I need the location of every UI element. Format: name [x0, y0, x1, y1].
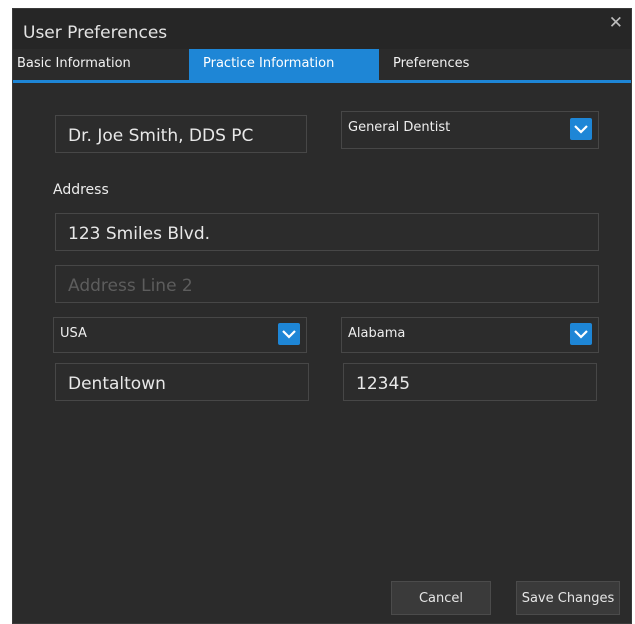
address-line1-value: 123 Smiles Blvd. — [68, 224, 211, 244]
chevron-down-icon[interactable] — [278, 323, 300, 345]
cancel-button[interactable]: Cancel — [391, 581, 491, 615]
specialty-select[interactable]: General Dentist — [341, 111, 599, 149]
specialty-value: General Dentist — [348, 120, 451, 135]
city-field[interactable]: Dentaltown — [55, 363, 309, 401]
address-line1-field[interactable]: 123 Smiles Blvd. — [55, 213, 599, 251]
address-heading: Address — [53, 182, 109, 198]
tab-basic-information[interactable]: Basic Information — [13, 49, 189, 80]
city-value: Dentaltown — [68, 374, 166, 394]
zip-value: 12345 — [356, 374, 411, 394]
tab-bar: Basic Information Practice Information P… — [13, 49, 631, 83]
user-preferences-dialog: User Preferences ✕ Basic Information Pra… — [12, 8, 632, 624]
title-bar: User Preferences ✕ — [13, 9, 631, 49]
window-title: User Preferences — [23, 23, 168, 43]
tab-preferences[interactable]: Preferences — [379, 49, 529, 80]
chevron-down-icon[interactable] — [570, 323, 592, 345]
close-icon[interactable]: ✕ — [609, 13, 623, 33]
practice-name-value: Dr. Joe Smith, DDS PC — [68, 126, 254, 146]
tab-practice-information[interactable]: Practice Information — [189, 49, 379, 80]
chevron-down-icon[interactable] — [570, 118, 592, 140]
address-line2-placeholder: Address Line 2 — [68, 276, 193, 296]
state-select[interactable]: Alabama — [341, 317, 599, 353]
save-changes-button[interactable]: Save Changes — [516, 581, 620, 615]
country-select[interactable]: USA — [53, 317, 307, 353]
address-line2-field[interactable]: Address Line 2 — [55, 265, 599, 303]
country-value: USA — [60, 326, 87, 341]
practice-name-field[interactable]: Dr. Joe Smith, DDS PC — [55, 115, 307, 153]
zip-field[interactable]: 12345 — [343, 363, 597, 401]
state-value: Alabama — [348, 326, 406, 341]
